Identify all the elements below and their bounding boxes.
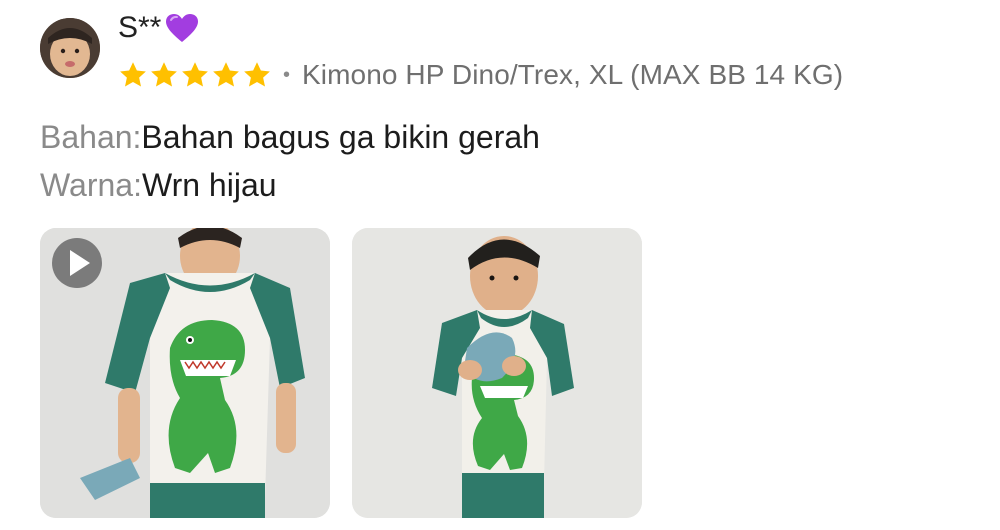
review-card: S** • Kimono HP Dino/Trex, XL (MAX BB 14… (0, 0, 1000, 530)
star-icon (244, 62, 270, 87)
rating-row: • Kimono HP Dino/Trex, XL (MAX BB 14 KG) (118, 58, 843, 92)
star-icon (213, 62, 239, 87)
play-video-button[interactable] (52, 238, 102, 288)
separator-dot: • (283, 63, 291, 86)
attribute-key: Warna: (40, 167, 142, 203)
attribute-value: Bahan bagus ga bikin gerah (141, 119, 540, 155)
reviewer-name-text: S** (118, 11, 162, 44)
star-rating (118, 60, 273, 90)
star-icon (182, 62, 208, 87)
user-avatar[interactable] (40, 18, 100, 78)
attribute-row-material: Bahan:Bahan bagus ga bikin gerah (40, 117, 540, 157)
star-icon (151, 62, 177, 87)
attribute-key: Bahan: (40, 119, 142, 155)
attribute-value: Wrn hijau (141, 167, 277, 203)
star-icon (120, 62, 146, 87)
purple-heart-icon (165, 13, 199, 43)
product-variant: Kimono HP Dino/Trex, XL (MAX BB 14 KG) (302, 59, 844, 90)
attribute-row-color: Warna:Wrn hijau (40, 165, 277, 205)
review-photo-thumbnail[interactable] (352, 228, 642, 518)
reviewer-name: S** (118, 10, 199, 46)
play-icon (70, 250, 90, 276)
review-video-thumbnail[interactable] (40, 228, 330, 518)
